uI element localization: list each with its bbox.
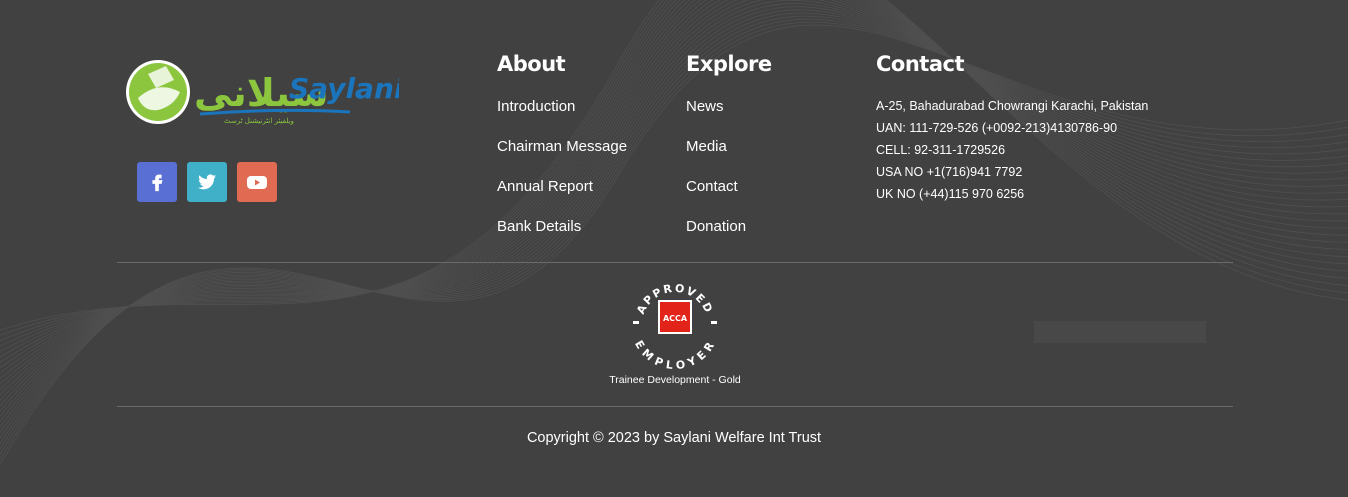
svg-text:EMPLOYER: EMPLOYER — [632, 338, 718, 370]
copyright-text: Copyright © 2023 by Saylani Welfare Int … — [526, 430, 822, 446]
facebook-icon — [152, 174, 163, 192]
ghost-element — [1034, 321, 1206, 343]
facebook-button[interactable] — [137, 162, 177, 202]
badge-caption: Trainee Development - Gold — [609, 374, 741, 386]
contact-heading: Contact — [876, 52, 965, 76]
contact-line-3: USA NO +1(716)941 7792 — [876, 165, 1023, 179]
about-link-1[interactable]: Chairman Message — [497, 138, 627, 178]
contact-line-4: UK NO (+44)115 970 6256 — [876, 187, 1025, 201]
contact-column: Contact A-25, Bahadurabad Chowrangi Kara… — [876, 52, 1148, 208]
about-link-3[interactable]: Bank Details — [497, 218, 627, 258]
contact-line-0: A-25, Bahadurabad Chowrangi Karachi, Pak… — [876, 99, 1149, 113]
explore-link-0[interactable]: News — [686, 98, 772, 138]
logo-latin-text: Saylani — [289, 72, 399, 105]
twitter-button[interactable] — [187, 162, 227, 202]
footer-divider-top — [117, 262, 1233, 263]
explore-link-2[interactable]: Contact — [686, 178, 772, 218]
explore-heading: Explore — [686, 52, 772, 76]
explore-column: Explore News Media Contact Donation — [686, 52, 772, 258]
explore-link-1[interactable]: Media — [686, 138, 772, 178]
contact-line-1: UAN: 111-729-526 (+0092-213)4130786-90 — [876, 121, 1118, 135]
about-link-2[interactable]: Annual Report — [497, 178, 627, 218]
about-column: About Introduction Chairman Message Annual… — [497, 52, 627, 258]
badge-acca-text: ACCA — [663, 314, 688, 323]
acca-approved-employer-badge: APPROVED EMPLOYER ACCA — [632, 282, 718, 370]
badge-bottom-text: EMPLOYER — [632, 338, 716, 370]
saylani-logo: سیلانی Saylani ویلفیئر انٹرنیشنل ٹرسٹ — [126, 60, 399, 125]
about-link-0[interactable]: Introduction — [497, 98, 627, 138]
social-links — [137, 162, 277, 202]
explore-link-3[interactable]: Donation — [686, 218, 772, 258]
footer-divider-bottom — [117, 406, 1233, 407]
contact-line-2: CELL: 92-311-1729526 — [876, 143, 1006, 157]
youtube-icon — [247, 176, 267, 189]
logo-tagline: ویلفیئر انٹرنیشنل ٹرسٹ — [224, 117, 294, 125]
youtube-button[interactable] — [237, 162, 277, 202]
twitter-icon — [197, 174, 217, 190]
about-heading: About — [497, 52, 566, 76]
